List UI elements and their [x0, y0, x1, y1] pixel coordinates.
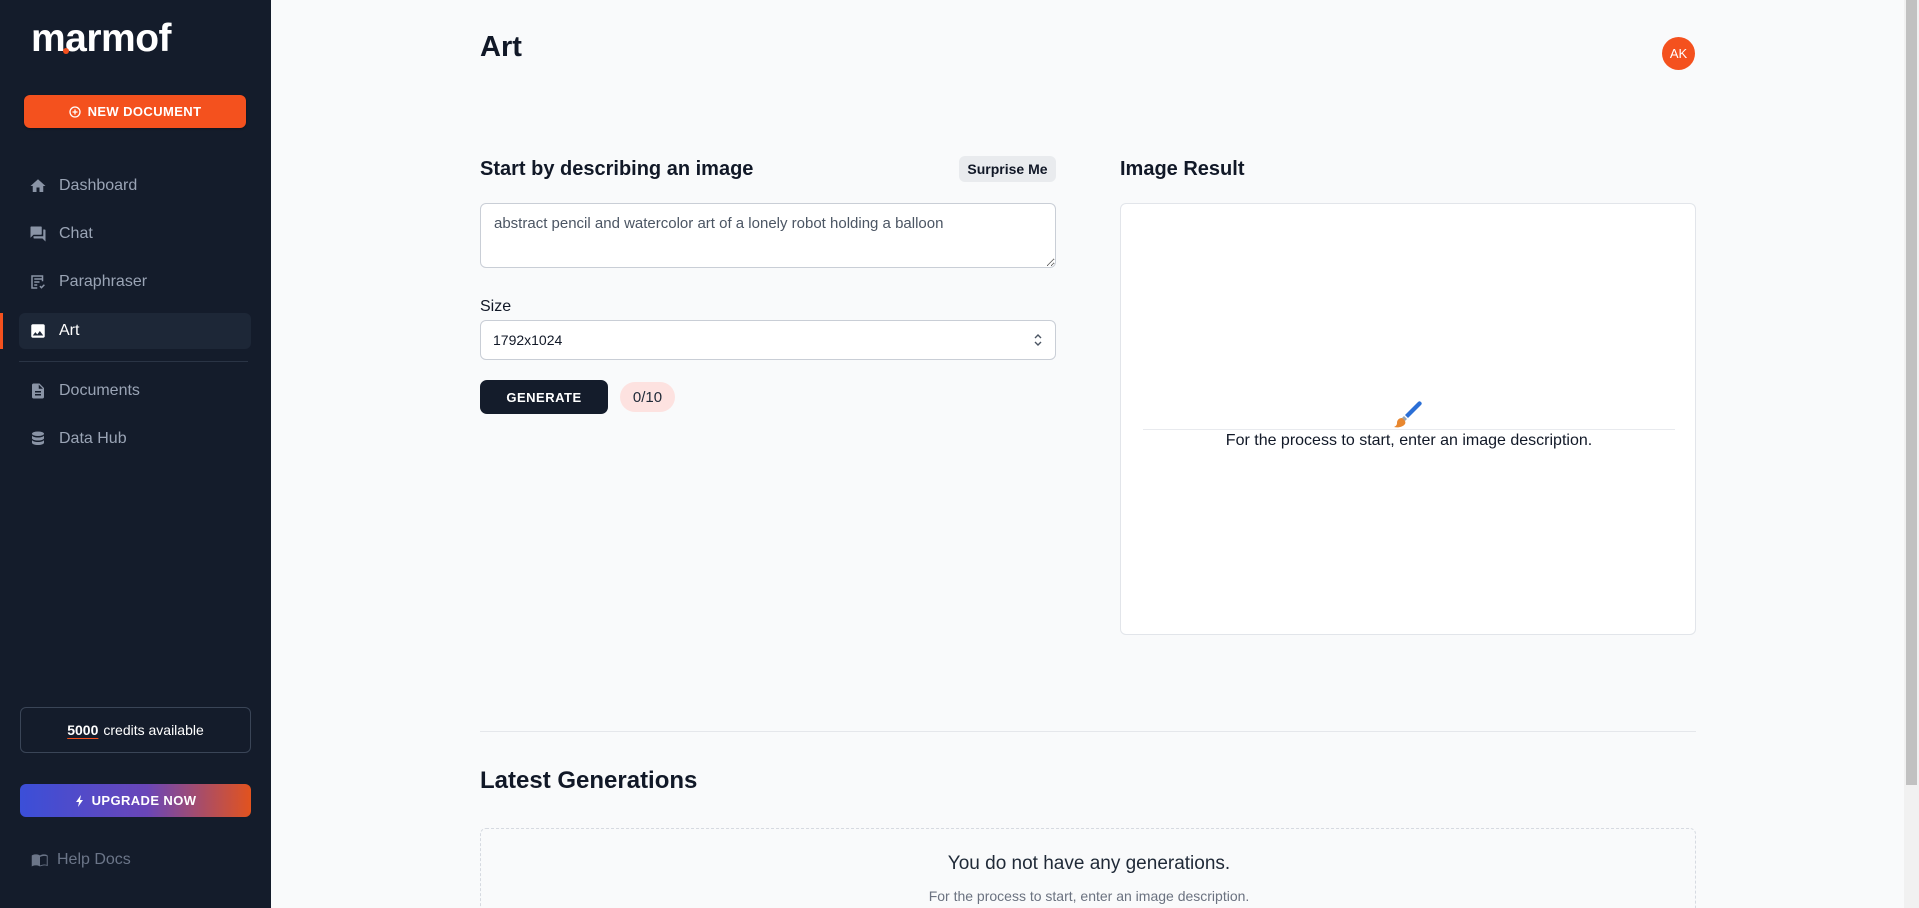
document-icon [32, 383, 44, 399]
sidebar-item-label: Paraphraser [59, 273, 148, 290]
prompt-textarea[interactable]: abstract pencil and watercolor art of a … [480, 203, 1056, 268]
result-message: For the process to start, enter an image… [1225, 432, 1593, 449]
image-result-panel: For the process to start, enter an image… [1120, 203, 1696, 635]
upgrade-label: UPGRADE NOW [91, 793, 197, 808]
database-icon [32, 431, 44, 445]
sidebar-item-paraphraser[interactable]: Paraphraser [19, 264, 251, 300]
chat-icon [30, 226, 46, 242]
sidebar-item-label: Data Hub [59, 430, 127, 447]
surprise-me-button[interactable]: Surprise Me [959, 156, 1056, 182]
home-icon [30, 179, 46, 192]
latest-generations-heading: Latest Generations [480, 767, 698, 794]
credits-value: 5000 [67, 722, 99, 738]
credits-box: 5000 credits available [20, 707, 251, 753]
page-title: Art [480, 31, 522, 63]
sidebar-item-chat[interactable]: Chat [19, 216, 251, 252]
usage-count-badge: 0/10 [620, 382, 675, 412]
active-indicator [0, 313, 3, 349]
sidebar-item-documents[interactable]: Documents [19, 373, 251, 409]
generations-empty-state: You do not have any generations. For the… [480, 828, 1696, 908]
sidebar: marmof NEW DOCUMENT Dashboard Chat Parap… [0, 0, 271, 908]
empty-state-title: You do not have any generations. [947, 853, 1231, 874]
size-label: Size [480, 298, 512, 315]
sidebar-item-data-hub[interactable]: Data Hub [19, 421, 251, 457]
size-select-value: 1792x1024 [493, 332, 563, 348]
plus-circle-icon [68, 105, 81, 118]
paintbrush-icon [1394, 401, 1422, 428]
sidebar-item-dashboard[interactable]: Dashboard [19, 168, 251, 204]
new-document-button[interactable]: NEW DOCUMENT [24, 95, 246, 128]
scrollbar-thumb[interactable] [1906, 0, 1917, 785]
generate-button[interactable]: GENERATE [480, 380, 608, 414]
sidebar-item-art[interactable]: Art [19, 313, 251, 349]
help-docs-label: Help Docs [57, 851, 131, 868]
empty-state-subtitle: For the process to start, enter an image… [928, 888, 1250, 904]
size-select[interactable]: 1792x1024 [480, 320, 1056, 360]
image-result-heading: Image Result [1120, 158, 1245, 180]
sidebar-item-label: Documents [59, 382, 140, 399]
sidebar-item-label: Chat [59, 225, 93, 242]
logo-dot [63, 48, 69, 54]
chevron-updown-icon [1034, 334, 1042, 346]
lightning-icon [75, 794, 83, 807]
nav-divider [19, 361, 248, 362]
image-icon [31, 324, 45, 338]
upgrade-now-button[interactable]: UPGRADE NOW [20, 784, 251, 817]
prompt-heading: Start by describing an image [480, 158, 754, 180]
sidebar-item-label: Dashboard [59, 177, 138, 194]
avatar[interactable]: AK [1662, 37, 1695, 70]
book-icon [31, 854, 48, 867]
new-document-label: NEW DOCUMENT [87, 104, 202, 119]
sidebar-item-label: Art [59, 322, 80, 339]
section-divider [480, 731, 1696, 732]
paraphrase-icon [31, 275, 45, 289]
help-docs-link[interactable]: Help Docs [31, 851, 131, 869]
credits-text: credits available [103, 722, 204, 738]
logo[interactable]: marmof [31, 17, 172, 61]
